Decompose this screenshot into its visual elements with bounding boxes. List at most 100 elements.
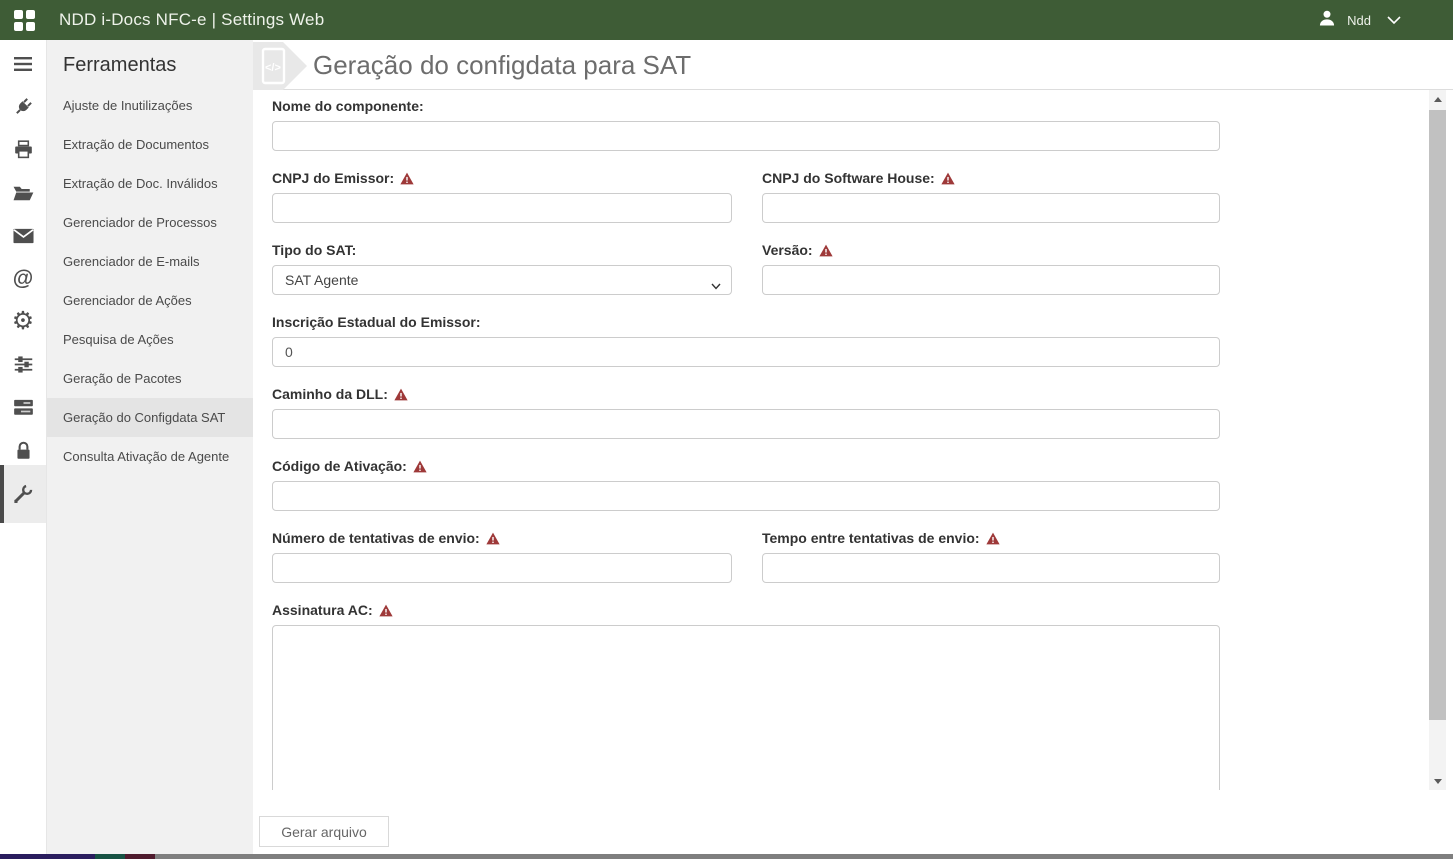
field-nome-componente: Nome do componente: xyxy=(272,97,1220,151)
field-cnpj-emissor: CNPJ do Emissor: xyxy=(272,169,732,223)
codigo-ativacao-input[interactable] xyxy=(272,481,1220,511)
sliders-icon xyxy=(13,354,34,375)
chevron-down-icon xyxy=(711,277,721,293)
tempo-tentativas-input[interactable] xyxy=(762,553,1220,583)
field-assinatura-ac: Assinatura AC: xyxy=(272,601,1220,790)
nome-componente-input[interactable] xyxy=(272,121,1220,151)
rail-item-preferences[interactable] xyxy=(0,343,46,386)
field-label: Assinatura AC: xyxy=(272,601,1220,619)
folder-open-icon xyxy=(12,184,34,202)
field-label: CNPJ do Emissor: xyxy=(272,169,732,187)
inscricao-estadual-input[interactable] xyxy=(272,337,1220,367)
rail-item-print[interactable] xyxy=(0,128,46,171)
sidebar-item-pesquisa-acoes[interactable]: Pesquisa de Ações xyxy=(47,320,253,359)
field-inscricao-estadual: Inscrição Estadual do Emissor: xyxy=(272,313,1220,367)
tipo-sat-select[interactable]: SAT Agente xyxy=(272,265,732,295)
svg-text:</>: </> xyxy=(265,62,281,74)
app-grid-logo-icon[interactable] xyxy=(14,10,35,31)
strip-segment-gray xyxy=(155,854,1453,859)
field-label: Tipo do SAT: xyxy=(272,241,732,259)
warning-icon xyxy=(400,172,414,185)
sidebar-item-geracao-pacotes[interactable]: Geração de Pacotes xyxy=(47,359,253,398)
sidebar-item-gerenciador-emails[interactable]: Gerenciador de E-mails xyxy=(47,242,253,281)
field-codigo-ativacao: Código de Ativação: xyxy=(272,457,1220,511)
rail-item-at[interactable]: @ xyxy=(0,257,46,300)
configdata-document-icon: </> xyxy=(253,42,309,95)
rail-item-connections[interactable] xyxy=(0,85,46,128)
field-cnpj-software-house: CNPJ do Software House: xyxy=(762,169,1220,223)
sidebar-item-gerenciador-processos[interactable]: Gerenciador de Processos xyxy=(47,203,253,242)
field-label: Código de Ativação: xyxy=(272,457,1220,475)
field-label: Caminho da DLL: xyxy=(272,385,1220,403)
numero-tentativas-input[interactable] xyxy=(272,553,732,583)
sidebar-item-gerenciador-acoes[interactable]: Gerenciador de Ações xyxy=(47,281,253,320)
field-label: Número de tentativas de envio: xyxy=(272,529,732,547)
field-tempo-tentativas: Tempo entre tentativas de envio: xyxy=(762,529,1220,583)
rail-item-menu[interactable] xyxy=(0,42,46,85)
field-label: Nome do componente: xyxy=(272,97,1220,115)
field-label: Inscrição Estadual do Emissor: xyxy=(272,313,1220,331)
sidebar-item-extracao-documentos[interactable]: Extração de Documentos xyxy=(47,125,253,164)
user-name: Ndd xyxy=(1347,13,1371,28)
warning-icon xyxy=(413,460,427,473)
cnpj-emissor-input[interactable] xyxy=(272,193,732,223)
tools-sidebar: Ferramentas Ajuste de Inutilizações Extr… xyxy=(47,40,253,854)
app-title: NDD i-Docs NFC-e | Settings Web xyxy=(59,10,324,30)
versao-input[interactable] xyxy=(762,265,1220,295)
sidebar-item-consulta-ativacao-agente[interactable]: Consulta Ativação de Agente xyxy=(47,437,253,476)
sidebar-item-geracao-configdata-sat[interactable]: Geração do Configdata SAT xyxy=(47,398,253,437)
user-menu[interactable]: Ndd xyxy=(1317,8,1401,33)
field-numero-tentativas: Número de tentativas de envio: xyxy=(272,529,732,583)
rail-item-documents[interactable] xyxy=(0,171,46,214)
scroll-down-button[interactable] xyxy=(1429,772,1446,790)
menu-icon xyxy=(13,56,33,72)
printer-icon xyxy=(13,139,34,160)
strip-segment-maroon xyxy=(125,854,155,859)
form-scroll-area: Nome do componente: CNPJ do Emissor: CNP… xyxy=(253,90,1429,790)
strip-segment-purple xyxy=(0,854,95,859)
rail-item-settings[interactable]: ⚙ xyxy=(0,300,46,343)
page-title: Geração do configdata para SAT xyxy=(313,50,691,81)
icon-rail: @ ⚙ xyxy=(0,40,47,854)
wrench-icon xyxy=(12,483,34,505)
field-versao: Versão: xyxy=(762,241,1220,295)
rail-item-mail[interactable] xyxy=(0,214,46,257)
warning-icon xyxy=(379,604,393,617)
bottom-color-strip xyxy=(0,854,1453,859)
vertical-scrollbar[interactable] xyxy=(1429,90,1446,790)
sidebar-title: Ferramentas xyxy=(47,40,253,86)
warning-icon xyxy=(486,532,500,545)
tipo-sat-selected-value: SAT Agente xyxy=(285,272,358,288)
warning-icon xyxy=(394,388,408,401)
page-header: </> Geração do configdata para SAT xyxy=(253,40,1453,90)
top-app-bar: NDD i-Docs NFC-e | Settings Web Ndd xyxy=(0,0,1453,40)
caminho-dll-input[interactable] xyxy=(272,409,1220,439)
assinatura-ac-textarea[interactable] xyxy=(272,625,1220,790)
rail-item-server[interactable] xyxy=(0,386,46,429)
warning-icon xyxy=(819,244,833,257)
field-row-cnpj: CNPJ do Emissor: CNPJ do Software House: xyxy=(272,169,1220,223)
field-label: Tempo entre tentativas de envio: xyxy=(762,529,1220,547)
gear-icon: ⚙ xyxy=(12,309,34,334)
scrollbar-thumb[interactable] xyxy=(1429,110,1446,720)
strip-segment-green xyxy=(95,854,125,859)
cnpj-software-house-input[interactable] xyxy=(762,193,1220,223)
field-label: Versão: xyxy=(762,241,1220,259)
chevron-down-icon xyxy=(1387,16,1401,25)
warning-icon xyxy=(986,532,1000,545)
rail-item-tools[interactable] xyxy=(0,465,46,523)
gerar-arquivo-button[interactable]: Gerar arquivo xyxy=(259,816,389,847)
field-caminho-dll: Caminho da DLL: xyxy=(272,385,1220,439)
at-sign-icon: @ xyxy=(13,268,33,289)
user-icon xyxy=(1317,8,1337,33)
warning-icon xyxy=(941,172,955,185)
sidebar-item-extracao-doc-invalidos[interactable]: Extração de Doc. Inválidos xyxy=(47,164,253,203)
sidebar-item-ajuste-inutilizacoes[interactable]: Ajuste de Inutilizações xyxy=(47,86,253,125)
scroll-up-button[interactable] xyxy=(1429,90,1446,108)
triangle-up-icon xyxy=(1434,97,1442,102)
field-row-tipo-versao: Tipo do SAT: SAT Agente Versão: xyxy=(272,241,1220,295)
server-icon xyxy=(13,399,34,416)
field-row-tentativas: Número de tentativas de envio: Tempo ent… xyxy=(272,529,1220,583)
envelope-icon xyxy=(13,228,34,244)
field-label: CNPJ do Software House: xyxy=(762,169,1220,187)
